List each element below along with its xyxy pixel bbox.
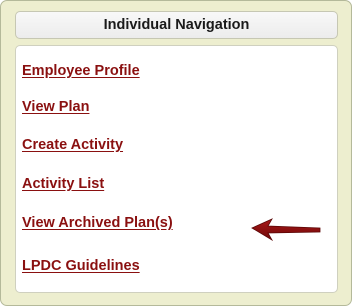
nav-link-activity-list[interactable]: Activity List bbox=[22, 176, 104, 192]
left-arrow-icon bbox=[251, 218, 321, 242]
nav-link-view-plan[interactable]: View Plan bbox=[22, 99, 89, 115]
nav-link-view-archived-plans[interactable]: View Archived Plan(s) bbox=[22, 215, 173, 231]
nav-link-lpdc-guidelines[interactable]: LPDC Guidelines bbox=[22, 258, 140, 274]
nav-link-employee-profile[interactable]: Employee Profile bbox=[22, 63, 140, 79]
panel-title: Individual Navigation bbox=[15, 11, 338, 39]
nav-link-create-activity[interactable]: Create Activity bbox=[22, 137, 123, 153]
nav-list bbox=[15, 45, 338, 293]
